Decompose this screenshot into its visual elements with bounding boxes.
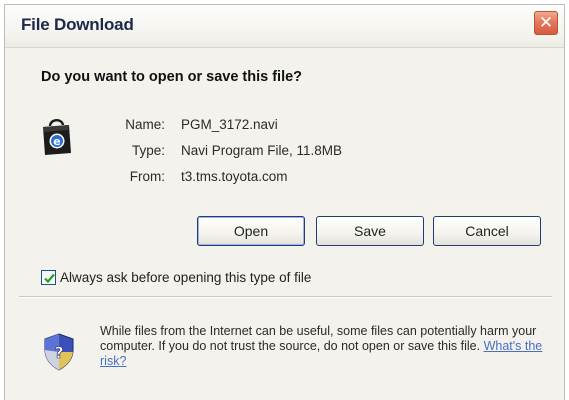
type-label: Type: — [131, 143, 165, 158]
from-label: From: — [129, 169, 165, 184]
type-value: Navi Program File, 11.8MB — [181, 143, 343, 158]
file-download-dialog: File Download ✕ Do you want to open or s… — [4, 4, 565, 400]
save-button[interactable]: Save — [316, 216, 424, 246]
always-ask-label: Always ask before opening this type of f… — [60, 270, 312, 285]
always-ask-checkbox[interactable] — [41, 270, 56, 285]
name-value: PGM_3172.navi — [181, 117, 278, 132]
from-value: t3.tms.toyota.com — [181, 169, 288, 184]
title-bar[interactable]: File Download ✕ — [5, 5, 564, 48]
window-title: File Download — [21, 15, 134, 34]
close-button[interactable]: ✕ — [534, 11, 558, 35]
dialog-question: Do you want to open or save this file? — [41, 69, 303, 85]
checkmark-icon — [44, 273, 55, 284]
divider — [19, 296, 552, 298]
close-icon: ✕ — [538, 13, 554, 33]
security-warning-text: While files from the Internet can be use… — [100, 324, 537, 353]
shield-question-icon: ? — [43, 333, 75, 371]
security-warning: While files from the Internet can be use… — [100, 324, 550, 369]
cancel-button[interactable]: Cancel — [433, 216, 541, 246]
name-label: Name: — [125, 117, 165, 132]
open-button[interactable]: Open — [197, 216, 305, 246]
svg-text:?: ? — [54, 343, 63, 362]
